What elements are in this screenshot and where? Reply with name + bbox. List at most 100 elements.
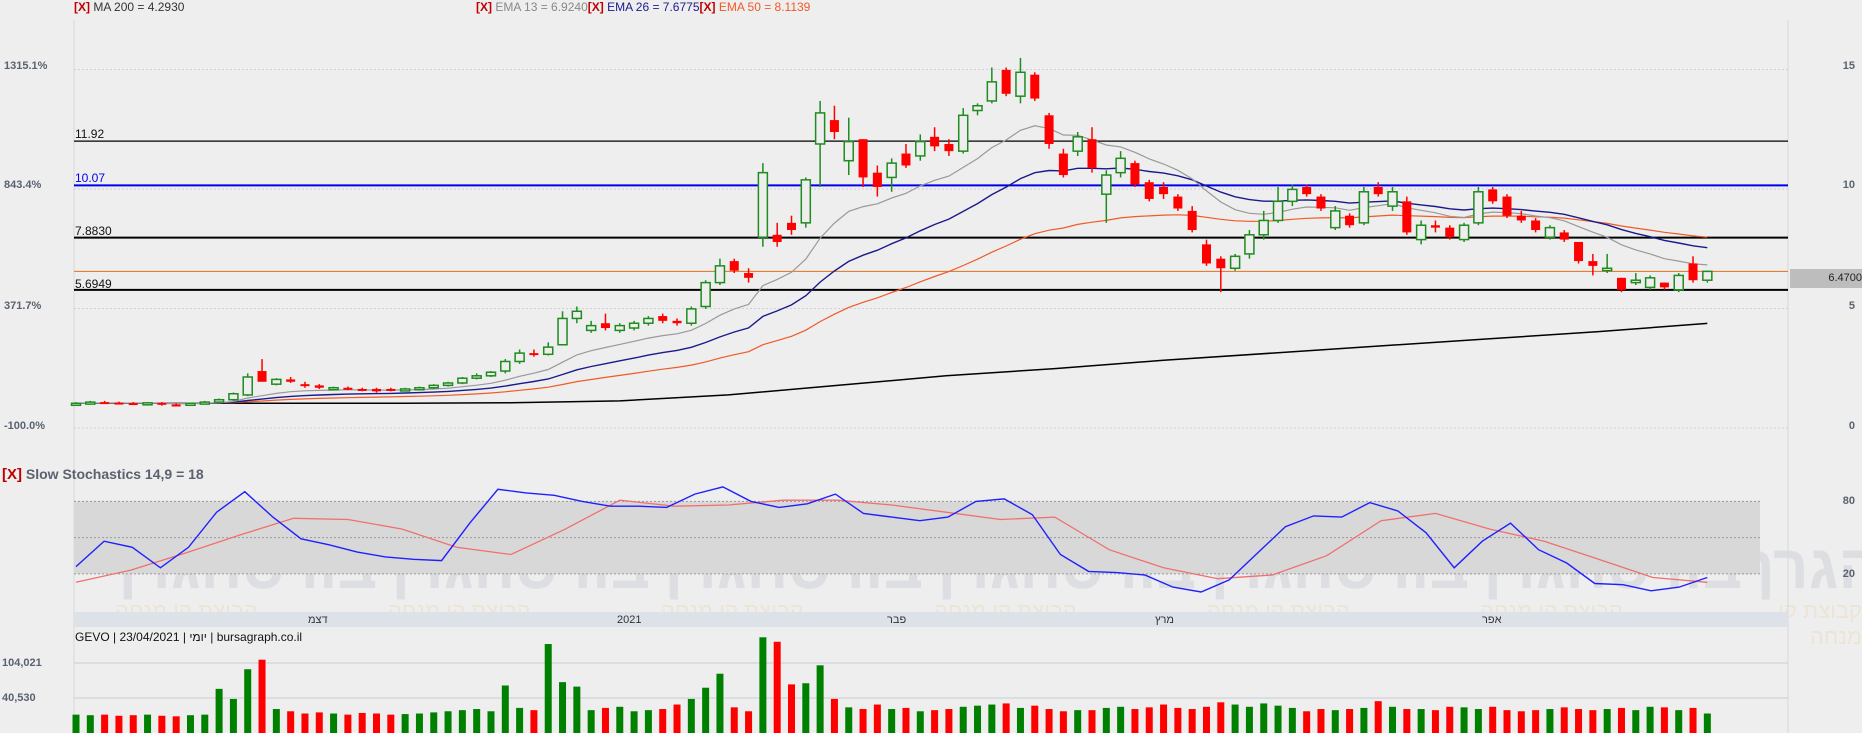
volume-bar xyxy=(1059,711,1067,733)
candle-up xyxy=(1244,234,1255,255)
price-tick: 10 xyxy=(1842,179,1855,191)
candle-up xyxy=(628,322,640,329)
volume-bar xyxy=(1231,704,1239,733)
volume-bar xyxy=(1288,707,1296,733)
volume-bar xyxy=(1245,706,1253,733)
candle-down xyxy=(372,388,382,392)
percent-tick: 1315.1% xyxy=(4,60,48,72)
candle-down xyxy=(1488,189,1498,202)
volume-bar xyxy=(1045,709,1053,733)
volume-bar xyxy=(501,685,509,733)
volume-bar xyxy=(859,709,867,733)
candle-down xyxy=(1659,282,1669,288)
volume-bar xyxy=(630,711,638,733)
volume-bar xyxy=(745,711,753,733)
candle-up xyxy=(1673,274,1684,291)
candle-up xyxy=(399,388,411,392)
candle-up xyxy=(1473,191,1484,224)
candle-up xyxy=(457,377,468,384)
volume-bar xyxy=(387,714,395,733)
candle-down xyxy=(314,385,324,388)
percent-tick: 843.4% xyxy=(4,179,42,191)
candle-down xyxy=(1574,241,1584,262)
candle-up xyxy=(1644,277,1656,289)
candle-up xyxy=(757,171,769,238)
volume-bar xyxy=(244,669,252,733)
month-label: מרץ xyxy=(1155,614,1174,626)
volume-bar xyxy=(1474,709,1482,733)
volume-bar xyxy=(330,713,338,733)
volume-bar xyxy=(830,698,838,733)
volume-tick: 40,530 xyxy=(2,692,36,704)
volume-bar xyxy=(229,698,237,733)
candle-up xyxy=(199,401,211,405)
volume-bar xyxy=(129,715,137,733)
price-chart[interactable] xyxy=(0,0,1862,733)
volume-bar xyxy=(1088,710,1096,733)
volume-bar xyxy=(301,713,309,733)
volume-bar xyxy=(272,709,280,733)
level-label: 7.8830 xyxy=(75,224,112,238)
candle-down xyxy=(1087,139,1097,168)
candle-up xyxy=(485,371,497,377)
volume-bar xyxy=(258,659,266,733)
stoch-tick: 80 xyxy=(1842,495,1855,507)
ema26-line xyxy=(75,167,1708,405)
candle-up xyxy=(271,378,282,385)
candle-down xyxy=(1173,196,1183,209)
candle-up xyxy=(915,140,926,157)
volume-bar xyxy=(516,707,524,733)
candle-down xyxy=(1130,163,1140,185)
candle-down xyxy=(1373,187,1383,195)
volume-bar xyxy=(673,704,681,733)
month-label: 2021 xyxy=(617,614,642,626)
candle-up xyxy=(242,376,253,396)
candle-down xyxy=(1316,196,1326,209)
volume-bar xyxy=(644,710,652,733)
volume-bar xyxy=(1460,707,1468,733)
volume-bar xyxy=(1016,707,1024,733)
volume-bar xyxy=(1174,707,1182,733)
volume-bar xyxy=(1002,703,1010,733)
candle-down xyxy=(1144,182,1154,199)
volume-bar xyxy=(1589,710,1597,733)
volume-bar xyxy=(415,713,423,733)
candle-down xyxy=(600,323,610,329)
volume-bar xyxy=(72,714,80,733)
volume-bar xyxy=(86,715,94,733)
candle-up xyxy=(1072,136,1083,152)
volume-bar xyxy=(544,644,552,733)
candle-up xyxy=(1330,210,1341,229)
volume-bar xyxy=(1417,709,1425,733)
volume-bar xyxy=(945,709,953,733)
candle-down xyxy=(858,139,868,178)
candle-down xyxy=(257,371,267,382)
level-label: 11.92 xyxy=(75,127,105,141)
candle-down xyxy=(1402,201,1412,233)
candle-down xyxy=(944,143,954,152)
volume-bar xyxy=(373,713,381,733)
remove-stochastics-button[interactable]: [X] xyxy=(2,466,22,483)
volume-bar xyxy=(1274,705,1282,733)
volume-bar xyxy=(1317,709,1325,733)
candle-down xyxy=(672,320,682,324)
volume-bar xyxy=(959,706,967,733)
candle-down xyxy=(1302,187,1312,195)
volume-bar xyxy=(573,686,581,733)
volume-bar xyxy=(931,710,939,733)
candle-up xyxy=(414,387,425,391)
date-axis-band xyxy=(74,612,1788,627)
volume-bar xyxy=(1431,710,1439,733)
volume-bar xyxy=(873,704,881,733)
volume-bar xyxy=(530,710,538,733)
volume-bar xyxy=(702,687,710,733)
volume-bar xyxy=(115,715,123,733)
candle-down xyxy=(1159,187,1169,195)
level-label: 5.6949 xyxy=(75,277,112,291)
candle-up xyxy=(1115,157,1126,174)
volume-bar xyxy=(1532,710,1540,733)
candle-up xyxy=(1015,71,1026,97)
candle-down xyxy=(300,384,310,387)
candle-down xyxy=(872,172,882,187)
volume-bar xyxy=(315,712,323,733)
